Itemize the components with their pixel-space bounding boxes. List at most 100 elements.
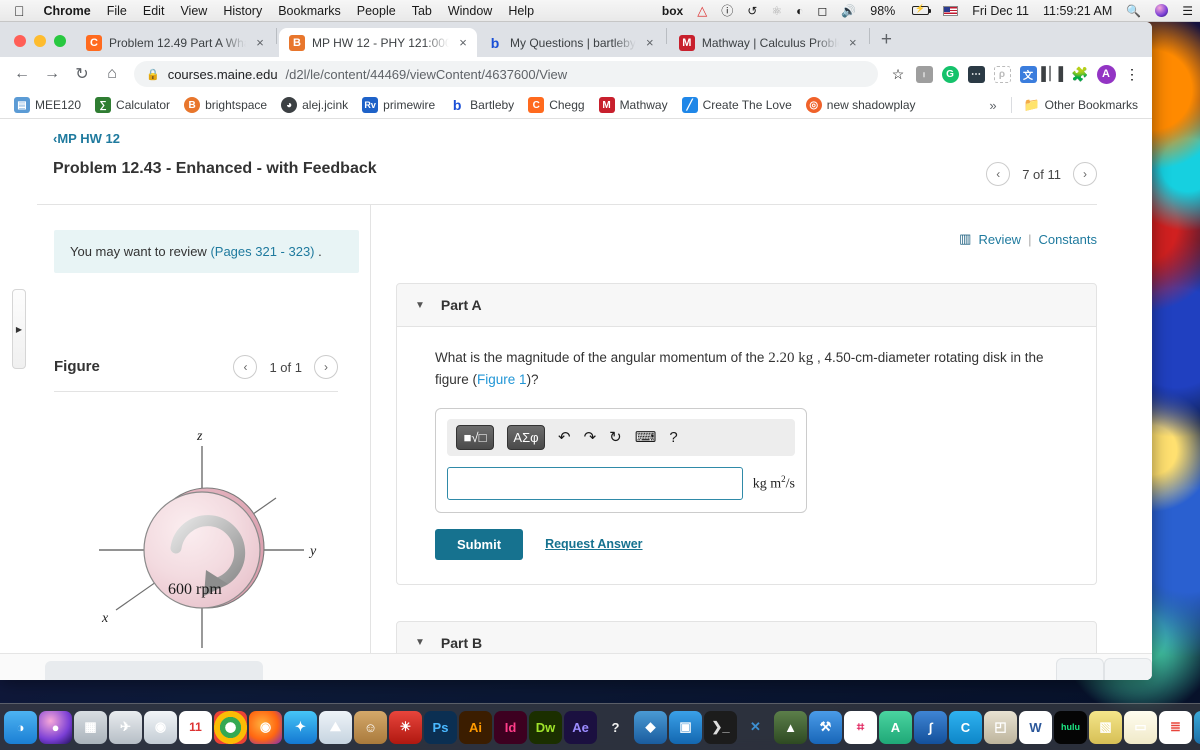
dock-icon-safari[interactable]: ✦: [284, 710, 317, 744]
menu-item-help[interactable]: Help: [500, 4, 542, 18]
bookmarks-overflow-button[interactable]: »: [981, 98, 1004, 113]
submit-button[interactable]: Submit: [435, 528, 524, 560]
menu-item-history[interactable]: History: [215, 4, 270, 18]
spotlight-search-icon[interactable]: 🔍: [1119, 5, 1148, 17]
dock-icon-siri[interactable]: ●: [39, 710, 72, 744]
dock-icon-sourcetree[interactable]: ≈: [1194, 710, 1200, 744]
dock-icon-photoshop[interactable]: Ps: [424, 710, 457, 744]
tab-close-icon[interactable]: ×: [643, 35, 657, 50]
dock-icon-stickies[interactable]: ▧: [1089, 710, 1122, 744]
bookmark-mee120[interactable]: ▤ MEE120: [8, 94, 87, 116]
extension-alert-icon[interactable]: △: [690, 3, 714, 19]
dock-icon-terminal[interactable]: ❯_: [704, 710, 737, 744]
math-template-button[interactable]: ■√□: [456, 424, 494, 450]
dock-icon-reminders[interactable]: ≣: [1159, 710, 1192, 744]
help-icon[interactable]: ?: [669, 429, 677, 446]
siri-icon[interactable]: [1148, 4, 1175, 17]
tab-close-icon[interactable]: ×: [456, 35, 470, 50]
part-b-header[interactable]: ▼ Part B: [396, 620, 1097, 653]
answer-input[interactable]: [447, 466, 743, 500]
menu-item-chrome[interactable]: Chrome: [36, 4, 99, 18]
dock-icon-hulu[interactable]: hulu: [1054, 710, 1087, 744]
figure-prev-button[interactable]: ‹: [233, 355, 258, 379]
menu-item-tab[interactable]: Tab: [404, 4, 440, 18]
dock-icon-contacts[interactable]: ☺: [354, 710, 387, 744]
bookmark-chegg[interactable]: C Chegg: [522, 94, 590, 116]
browser-tab-2-active[interactable]: B MP HW 12 - PHY 121:0001-Phy ×: [279, 28, 477, 57]
bookmark-star-icon[interactable]: ☆: [886, 62, 910, 86]
bookmark-mathway[interactable]: M Mathway: [593, 94, 674, 116]
dock-icon-calendar[interactable]: 11: [179, 710, 212, 744]
browser-tab-3[interactable]: b My Questions | bartleby ×: [477, 28, 664, 57]
menu-item-file[interactable]: File: [99, 4, 135, 18]
dots-extension-icon[interactable]: ⋯: [964, 62, 988, 86]
new-tab-button[interactable]: +: [872, 29, 901, 57]
dock-icon-photobooth[interactable]: ☀: [389, 710, 422, 744]
tab-close-icon[interactable]: ×: [846, 35, 860, 50]
menu-item-people[interactable]: People: [349, 4, 404, 18]
bookmark-bartleby[interactable]: b Bartleby: [443, 94, 520, 116]
other-bookmarks-folder[interactable]: 📁 Other Bookmarks: [1018, 94, 1144, 116]
dock-icon-preview[interactable]: ⛰: [319, 710, 352, 744]
dock-icon-firefox[interactable]: ◉: [249, 710, 282, 744]
forward-button-icon[interactable]: →: [38, 60, 66, 88]
bookmark-brightspace[interactable]: B brightspace: [178, 94, 273, 116]
box-menu-icon[interactable]: box: [655, 4, 690, 18]
dock-icon-atom[interactable]: A: [879, 710, 912, 744]
figure-next-button[interactable]: ›: [314, 355, 338, 379]
address-bar[interactable]: 🔒 courses.maine.edu/d2l/le/content/44469…: [134, 61, 878, 87]
wifi-icon[interactable]: ◐: [789, 5, 810, 17]
bluetooth-icon[interactable]: ⚛: [764, 5, 789, 17]
review-link[interactable]: Review: [978, 232, 1021, 247]
bookmark-calculator[interactable]: ∑ Calculator: [89, 94, 176, 116]
battery-icon[interactable]: [902, 4, 936, 15]
browser-tab-4[interactable]: M Mathway | Calculus Problem So ×: [669, 28, 867, 57]
minimize-window-button[interactable]: [34, 35, 46, 47]
notification-center-icon[interactable]: ☰: [1175, 5, 1200, 17]
footer-left-panel[interactable]: [45, 661, 263, 680]
keyboard-icon[interactable]: ⌨: [635, 428, 657, 446]
airplay-icon[interactable]: ◻: [810, 5, 834, 17]
part-a-header[interactable]: ▼ Part A: [396, 283, 1097, 327]
bookmark-new-shadowplay[interactable]: ◎ new shadowplay: [800, 94, 922, 116]
dock-icon-xcode[interactable]: ⚒: [809, 710, 842, 744]
dock-icon-xquartz[interactable]: ▣: [669, 710, 702, 744]
dock-icon-word[interactable]: W: [1019, 710, 1052, 744]
dock-icon-virtualbox[interactable]: ◆: [634, 710, 667, 744]
dock-icon-android-studio[interactable]: ▲: [774, 710, 807, 744]
reload-button-icon[interactable]: ↻: [68, 60, 96, 88]
dock-icon-notes[interactable]: ▭: [1124, 710, 1157, 744]
next-problem-button[interactable]: ›: [1073, 162, 1097, 186]
dock-icon-aftereffects[interactable]: Ae: [564, 710, 597, 744]
reset-icon[interactable]: ↻: [609, 428, 622, 446]
undo-icon[interactable]: ↶: [558, 428, 571, 446]
bookmark-primewire[interactable]: Rv primewire: [356, 94, 441, 116]
bookmark-alej-jcink[interactable]: ◕ alej.jcink: [275, 94, 354, 116]
collapse-triangle-icon[interactable]: ▼: [415, 300, 425, 311]
input-language-flag-icon[interactable]: [936, 5, 965, 16]
menu-item-edit[interactable]: Edit: [135, 4, 173, 18]
maximize-window-button[interactable]: [54, 35, 66, 47]
bookmark-create-the-love[interactable]: ╱ Create The Love: [676, 94, 798, 116]
dock-icon-slack[interactable]: ⌗: [844, 710, 877, 744]
request-answer-link[interactable]: Request Answer: [545, 537, 642, 551]
back-button-icon[interactable]: ←: [8, 60, 36, 88]
collapse-triangle-icon[interactable]: ▼: [415, 637, 425, 648]
dock-icon-indesign[interactable]: Id: [494, 710, 527, 744]
footer-button-2[interactable]: [1104, 658, 1152, 680]
dock-icon-dreamweaver[interactable]: Dw: [529, 710, 562, 744]
apple-menu-icon[interactable]: : [0, 3, 36, 19]
dock-icon-chrome[interactable]: ◉: [214, 710, 247, 744]
prev-problem-button[interactable]: ‹: [986, 162, 1011, 186]
tab-close-icon[interactable]: ×: [253, 35, 267, 50]
dock-icon-maps[interactable]: ◰: [984, 710, 1017, 744]
dock-icon-illustrator[interactable]: Ai: [459, 710, 492, 744]
extension-k-icon[interactable]: ₗ: [912, 62, 936, 86]
sidebar-expand-handle[interactable]: ▶: [12, 289, 26, 369]
home-button-icon[interactable]: ⌂: [98, 60, 126, 88]
close-window-button[interactable]: [14, 35, 26, 47]
constants-link[interactable]: Constants: [1038, 232, 1097, 247]
dock-icon-finder[interactable]: ◑: [4, 710, 37, 744]
menu-item-bookmarks[interactable]: Bookmarks: [270, 4, 349, 18]
google-translate-icon[interactable]: 文: [1016, 62, 1040, 86]
